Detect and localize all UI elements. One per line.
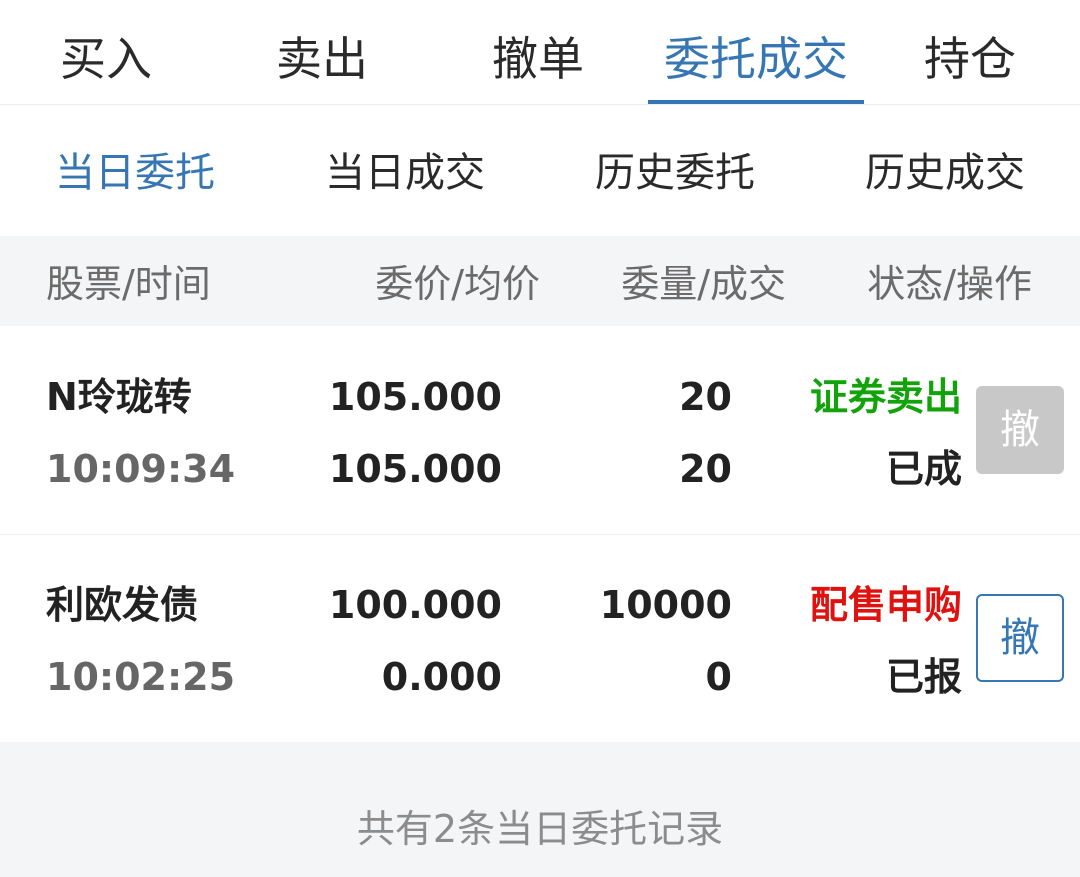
cancel-order-button[interactable]: 撤 [976,594,1064,682]
table-row[interactable]: 利欧发债 10:02:25 100.000 0.000 10000 0 配售申购… [0,535,1080,743]
order-trade-page: 买入 卖出 撤单 委托成交 持仓 当日委托 当日成交 历史委托 历史成交 股票/… [0,0,1080,877]
subtab-today-trades[interactable]: 当日成交 [300,105,510,236]
tab-positions[interactable]: 持仓 [886,0,1054,104]
subtab-history-orders[interactable]: 历史委托 [570,105,780,236]
active-tab-underline [648,100,864,104]
table-row[interactable]: N玲珑转 10:09:34 105.000 105.000 20 20 证券卖出… [0,326,1080,535]
avg-price: 0.000 [381,655,502,699]
order-direction: 证券卖出 [809,375,962,419]
tab-buy[interactable]: 买入 [22,0,190,104]
header-quantity: 委量/成交 [621,262,786,306]
cancel-order-button[interactable]: 撤 [976,386,1064,474]
order-quantity: 10000 [599,583,732,627]
avg-price: 105.000 [328,447,502,491]
order-status: 已报 [885,655,962,699]
header-price: 委价/均价 [375,262,540,306]
subtab-today-orders[interactable]: 当日委托 [30,105,240,236]
table-header: 股票/时间 委价/均价 委量/成交 状态/操作 [0,236,1080,326]
header-stock-time: 股票/时间 [46,262,211,306]
order-direction: 配售申购 [809,583,962,627]
top-tab-bar: 买入 卖出 撤单 委托成交 持仓 [0,0,1080,105]
order-time: 10:02:25 [46,655,236,699]
order-status: 已成 [885,447,962,491]
tab-orders-trades[interactable]: 委托成交 [648,0,864,104]
tab-orders-trades-label: 委托成交 [664,32,848,86]
tab-sell[interactable]: 卖出 [238,0,406,104]
subtab-history-trades[interactable]: 历史成交 [840,105,1050,236]
tab-cancel-order[interactable]: 撤单 [454,0,622,104]
order-quantity: 20 [679,375,732,419]
order-time: 10:09:34 [46,447,236,491]
order-price: 100.000 [328,583,502,627]
filled-quantity: 0 [705,655,732,699]
stock-name: 利欧发债 [46,583,199,627]
stock-name: N玲珑转 [46,375,192,419]
order-price: 105.000 [328,375,502,419]
records-summary: 共有2条当日委托记录 [356,807,724,851]
header-status-action: 状态/操作 [867,262,1032,306]
sub-tab-bar: 当日委托 当日成交 历史委托 历史成交 [0,105,1080,236]
filled-quantity: 20 [679,447,732,491]
records-footer: 共有2条当日委托记录 [0,742,1080,877]
